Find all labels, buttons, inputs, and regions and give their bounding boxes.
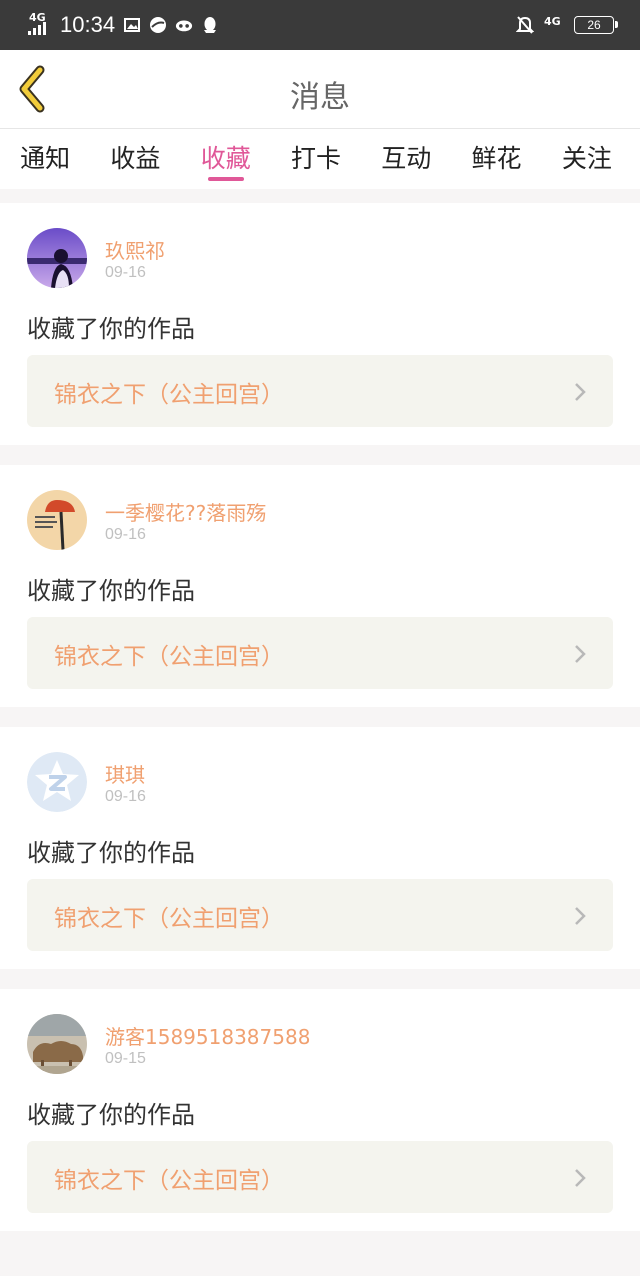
message-date: 09-16: [105, 526, 146, 543]
chevron-right-icon: [575, 383, 586, 401]
username[interactable]: 玖熙祁: [105, 235, 165, 264]
username[interactable]: 游客1589518387588: [105, 1021, 310, 1050]
tab-notifications[interactable]: 通知: [0, 129, 90, 189]
cellular-signal-icon: 4G: [26, 12, 48, 37]
clock: 10:34: [60, 12, 116, 37]
chevron-right-icon: [575, 645, 586, 663]
status-left: 4G 10:34: [0, 12, 219, 38]
username[interactable]: 一季樱花??落雨殇: [105, 497, 266, 526]
work-title: 锦衣之下（公主回宫）: [54, 644, 284, 670]
avatar[interactable]: [27, 752, 87, 812]
work-title: 锦衣之下（公主回宫）: [54, 1168, 284, 1194]
tab-checkin[interactable]: 打卡: [271, 129, 361, 189]
action-text: 收藏了你的作品: [27, 1101, 195, 1129]
message-date: 09-16: [105, 788, 146, 805]
work-link[interactable]: 锦衣之下（公主回宫）: [27, 1141, 613, 1213]
tab-bar: 通知 收益 收藏 打卡 互动 鲜花 关注: [0, 129, 640, 189]
status-bar: 4G 10:34 4G 26: [0, 0, 640, 50]
work-title: 锦衣之下（公主回宫）: [54, 906, 284, 932]
tab-flowers[interactable]: 鲜花: [451, 129, 541, 189]
message-card: 游客1589518387588 09-15 收藏了你的作品 锦衣之下（公主回宫）: [0, 989, 640, 1231]
message-card: 一季樱花??落雨殇 09-16 收藏了你的作品 锦衣之下（公主回宫）: [0, 465, 640, 707]
message-card: 玖熙祁 09-16 收藏了你的作品 锦衣之下（公主回宫）: [0, 203, 640, 445]
image-notification-icon: [123, 16, 141, 34]
battery-icon: 26: [574, 16, 618, 34]
action-text: 收藏了你的作品: [27, 315, 195, 343]
message-list: 玖熙祁 09-16 收藏了你的作品 锦衣之下（公主回宫） 一季樱花??落雨殇 0…: [0, 203, 640, 1251]
mobile-data-icon: 4G: [544, 13, 564, 37]
chevron-right-icon: [575, 1169, 586, 1187]
tab-following[interactable]: 关注: [542, 129, 632, 189]
work-link[interactable]: 锦衣之下（公主回宫）: [27, 879, 613, 951]
avatar[interactable]: [27, 1014, 87, 1074]
avatar[interactable]: [27, 490, 87, 550]
qq-icon: [201, 16, 219, 34]
work-link[interactable]: 锦衣之下（公主回宫）: [27, 617, 613, 689]
tab-interactions[interactable]: 互动: [361, 129, 451, 189]
username[interactable]: 琪琪: [105, 759, 145, 788]
work-title: 锦衣之下（公主回宫）: [54, 382, 284, 408]
chevron-right-icon: [575, 907, 586, 925]
message-card: 琪琪 09-16 收藏了你的作品 锦衣之下（公主回宫）: [0, 727, 640, 969]
app-notification-icon: [149, 16, 167, 34]
tab-favorites[interactable]: 收藏: [181, 129, 271, 189]
battery-level: 26: [587, 18, 601, 32]
cat-app-icon: [175, 16, 193, 34]
action-text: 收藏了你的作品: [27, 577, 195, 605]
notifications-off-icon: [516, 16, 534, 34]
message-date: 09-15: [105, 1050, 146, 1067]
action-text: 收藏了你的作品: [27, 839, 195, 867]
tab-earnings[interactable]: 收益: [90, 129, 180, 189]
mobile-data-label: 4G: [544, 15, 561, 28]
page-title: 消息: [290, 80, 350, 115]
work-link[interactable]: 锦衣之下（公主回宫）: [27, 355, 613, 427]
header: 消息: [0, 50, 640, 129]
avatar[interactable]: [27, 228, 87, 288]
status-right: 4G 26: [516, 13, 640, 37]
message-date: 09-16: [105, 264, 146, 281]
